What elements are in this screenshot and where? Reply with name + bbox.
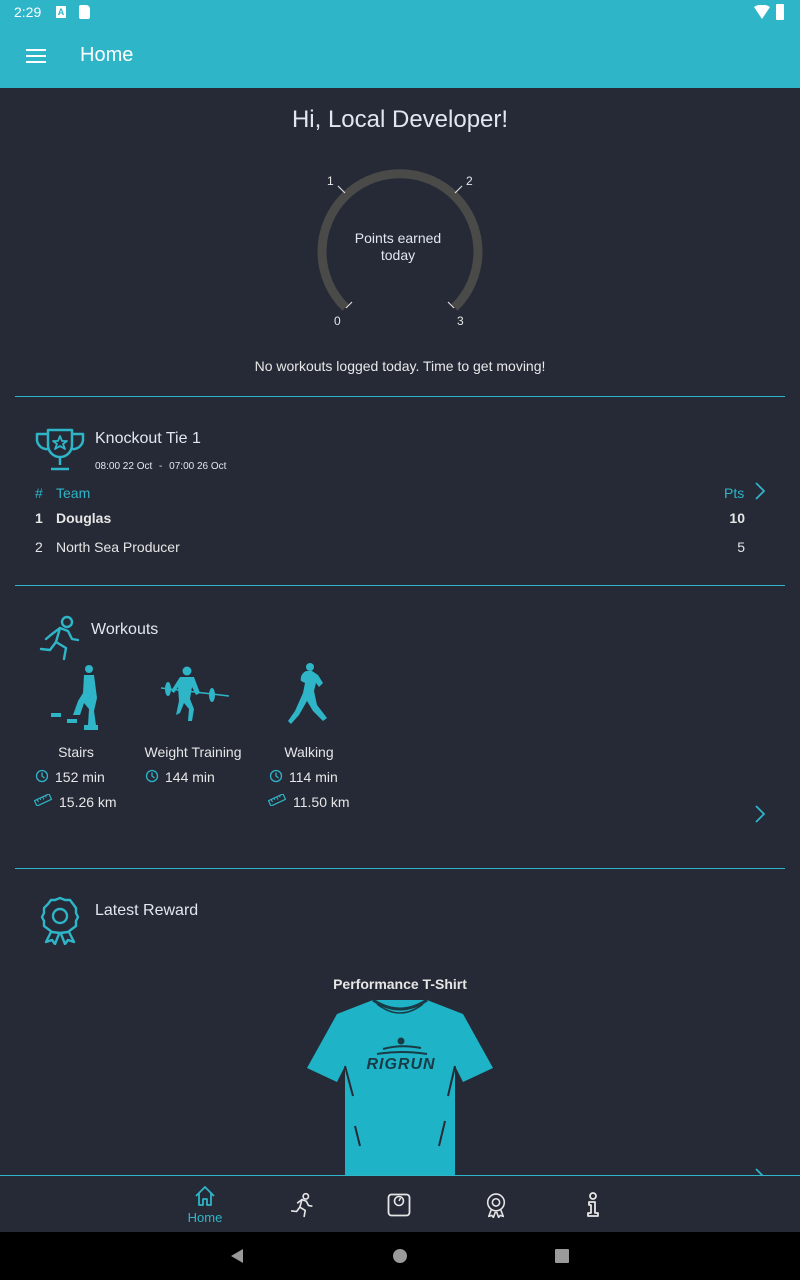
- info-icon: [587, 1192, 599, 1217]
- clock-icon: [145, 769, 159, 783]
- latest-reward-title: Latest Reward: [95, 902, 199, 919]
- row-team: Douglas: [56, 510, 112, 526]
- workout-name: Stairs: [58, 744, 94, 760]
- ruler-icon: [34, 794, 52, 806]
- battery-icon: [776, 4, 784, 20]
- no-workouts-message: No workouts logged today. Time to get mo…: [254, 358, 546, 374]
- ruler-icon: [268, 794, 286, 806]
- nav-item-info[interactable]: [543, 1176, 643, 1233]
- nav-label-home: Home: [187, 1210, 223, 1225]
- workouts-card[interactable]: Workouts Stairs 152 min 15.26 km Weight …: [0, 586, 800, 868]
- workout-item-stairs[interactable]: Stairs 152 min 15.26 km: [30, 661, 125, 861]
- home-circle-icon[interactable]: [392, 1248, 408, 1264]
- gauge-label-line2: today: [380, 247, 416, 263]
- greeting: Hi, Local Developer!: [291, 106, 509, 133]
- table-row[interactable]: 2 North Sea Producer 5: [0, 537, 800, 559]
- system-navigation-bar: [0, 1232, 800, 1280]
- competition-end: 07:00 26 Oct: [169, 461, 227, 472]
- weight-training-icon: [160, 666, 230, 721]
- row-team: North Sea Producer: [56, 539, 180, 555]
- status-time: 2:29: [14, 4, 42, 20]
- workout-duration: 114 min: [289, 769, 338, 785]
- wifi-icon: [754, 5, 770, 19]
- hamburger-menu-icon[interactable]: [26, 48, 46, 64]
- gauge-label-3: 3: [457, 314, 464, 328]
- row-rank: 1: [35, 510, 43, 526]
- gauge-label-2: 2: [466, 174, 473, 188]
- row-rank: 2: [35, 539, 43, 555]
- status-bar: 2:29 A: [0, 0, 800, 24]
- workout-item-walking[interactable]: Walking 114 min 11.50 km: [265, 661, 365, 861]
- workout-item-weight-training[interactable]: Weight Training 144 min: [140, 661, 250, 861]
- workouts-title: Workouts: [91, 621, 159, 638]
- page-title: Home: [80, 44, 134, 66]
- gauge-label-1: 1: [327, 174, 334, 188]
- gauge-tick-2: [454, 185, 463, 194]
- running-icon: [39, 615, 80, 661]
- shirt-brand-logo: RIGRUN: [366, 1056, 435, 1073]
- competition-dates: 08:00 22 Oct - 07:00 26 Oct: [95, 461, 226, 472]
- award-icon: [486, 1193, 506, 1218]
- row-points: 5: [737, 539, 745, 555]
- column-header-rank: #: [35, 485, 43, 501]
- tshirt-image: RIGRUN: [307, 998, 493, 1175]
- chevron-right-icon[interactable]: [753, 481, 767, 501]
- date-separator: -: [159, 461, 163, 472]
- gauge-label-0: 0: [334, 314, 341, 328]
- back-icon[interactable]: [229, 1248, 245, 1264]
- nav-item-home[interactable]: Home: [155, 1176, 255, 1233]
- row-points: 10: [729, 510, 745, 526]
- competition-start: 08:00 22 Oct: [95, 461, 153, 472]
- chevron-right-icon[interactable]: [753, 1167, 767, 1175]
- workout-duration: 152 min: [55, 769, 105, 785]
- sd-card-icon: [79, 5, 90, 19]
- column-header-points: Pts: [724, 485, 745, 501]
- gauge-center-label: Points earned today: [300, 230, 496, 264]
- nav-item-rewards[interactable]: [446, 1176, 546, 1233]
- column-header-team: Team: [56, 485, 91, 501]
- gauge-tick-1: [337, 185, 346, 194]
- walking-icon: [288, 663, 327, 724]
- workout-name: Walking: [284, 744, 334, 760]
- bottom-navigation: Home: [0, 1175, 800, 1232]
- points-gauge: 0 1 2 3 Points earned today: [300, 154, 500, 334]
- chevron-right-icon[interactable]: [753, 804, 767, 824]
- stairs-icon: [51, 665, 98, 730]
- competition-title: Knockout Tie 1: [95, 430, 201, 447]
- table-row[interactable]: 1 Douglas 10: [0, 508, 800, 530]
- clock-icon: [269, 769, 283, 783]
- app-bar: Home: [0, 24, 800, 88]
- workout-distance: 15.26 km: [59, 794, 117, 810]
- clock-icon: [35, 769, 49, 783]
- trophy-icon: [35, 428, 85, 471]
- gauge-label-line1: Points earned: [354, 230, 442, 246]
- award-icon: [40, 896, 80, 945]
- nav-item-weigh-in[interactable]: [349, 1176, 449, 1233]
- nav-item-workouts[interactable]: [252, 1176, 352, 1233]
- home-icon: [195, 1186, 215, 1206]
- workout-duration: 144 min: [165, 769, 215, 785]
- recents-icon[interactable]: [554, 1248, 570, 1264]
- scale-icon: [387, 1193, 411, 1217]
- workout-name: Weight Training: [144, 744, 242, 760]
- latest-reward-card[interactable]: Latest Reward Performance T-Shirt RIGRUN: [0, 869, 800, 1175]
- home-content[interactable]: Hi, Local Developer! 0 1 2 3 Points earn…: [0, 88, 800, 1175]
- a-icon: A: [56, 6, 66, 18]
- running-icon: [290, 1192, 313, 1218]
- competition-card[interactable]: Knockout Tie 1 08:00 22 Oct - 07:00 26 O…: [0, 397, 800, 585]
- reward-item-name: Performance T-Shirt: [333, 976, 467, 992]
- workout-distance: 11.50 km: [293, 794, 350, 810]
